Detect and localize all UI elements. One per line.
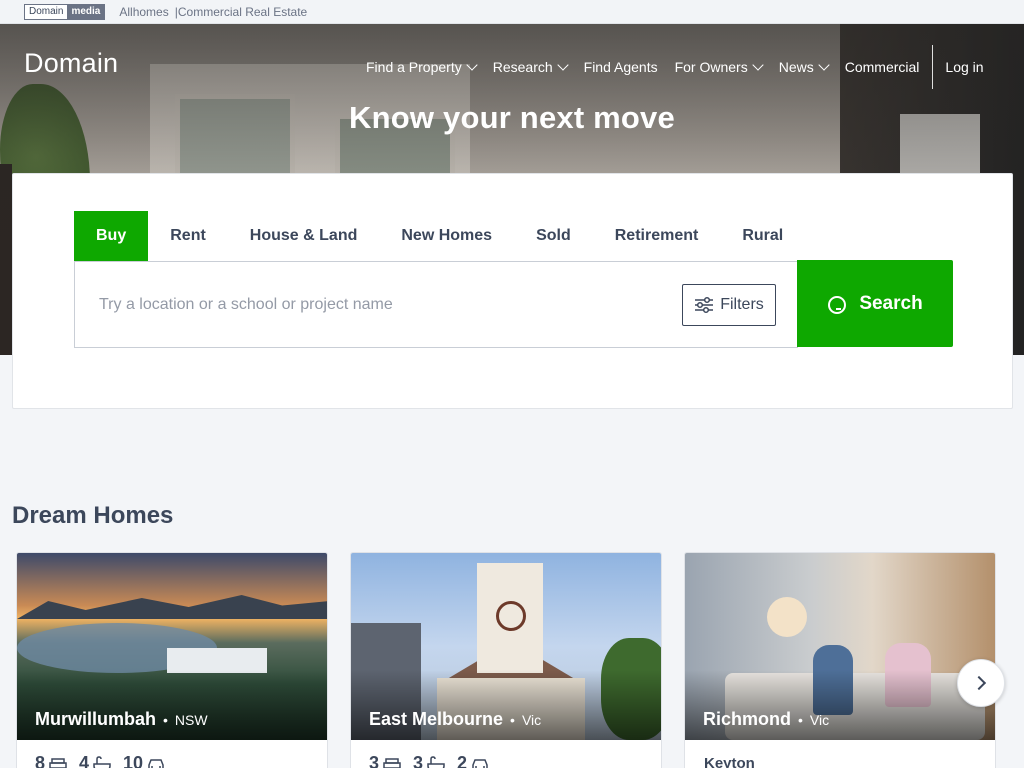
- tab-buy[interactable]: Buy: [74, 211, 149, 261]
- commercial-real-estate-link[interactable]: Commercial Real Estate: [178, 5, 307, 19]
- nav-label: Find Agents: [583, 59, 658, 75]
- search-tabs: Buy Rent House & Land New Homes Sold Ret…: [74, 211, 805, 261]
- bath-icon: [427, 755, 445, 768]
- section-title: Dream Homes: [12, 502, 174, 529]
- search-button-label: Search: [859, 292, 923, 314]
- car-icon: [148, 758, 164, 768]
- property-image-mountains: [17, 595, 327, 619]
- nav-divider: [932, 45, 934, 89]
- suburb-name: Richmond: [703, 709, 791, 729]
- bed-count: 8: [35, 753, 46, 768]
- agent-name: Keyton: [704, 755, 755, 768]
- tab-sold[interactable]: Sold: [514, 211, 593, 261]
- bath-count: 3: [413, 753, 424, 768]
- state-name: NSW: [174, 712, 208, 728]
- property-location: East Melbourne • Vic: [369, 709, 541, 730]
- property-location: Richmond • Vic: [703, 709, 829, 730]
- nav-commercial[interactable]: Commercial: [845, 59, 920, 75]
- nav-label: News: [778, 59, 814, 75]
- search-card: Buy Rent House & Land New Homes Sold Ret…: [12, 173, 1013, 409]
- nav-for-owners[interactable]: For Owners: [674, 59, 764, 75]
- separator-dot: •: [163, 712, 168, 728]
- carousel-next-button[interactable]: [957, 659, 1005, 707]
- state-name: Vic: [521, 712, 542, 728]
- bed-count: 3: [369, 753, 380, 768]
- login-link[interactable]: Log in: [945, 59, 983, 75]
- nav-find-a-property[interactable]: Find a Property: [366, 59, 478, 75]
- bath-count: 4: [79, 753, 90, 768]
- bed-icon: [49, 757, 67, 768]
- chevron-down-icon: [556, 59, 569, 71]
- search-row: Try a location or a school or project na…: [74, 260, 953, 348]
- nav-label: Commercial: [844, 59, 920, 75]
- search-input[interactable]: Try a location or a school or project na…: [74, 261, 798, 348]
- domain-logo[interactable]: Domain: [24, 48, 118, 79]
- property-location: Murwillumbah • NSW: [35, 709, 208, 730]
- search-placeholder: Try a location or a school or project na…: [99, 296, 393, 313]
- filters-button[interactable]: Filters: [682, 284, 776, 326]
- chevron-down-icon: [818, 59, 830, 71]
- property-features: 3 3 2: [369, 753, 501, 768]
- search-button[interactable]: Search: [797, 260, 953, 347]
- state-name: Vic: [809, 712, 830, 728]
- tab-retirement[interactable]: Retirement: [593, 211, 721, 261]
- nav-news[interactable]: News: [778, 59, 830, 75]
- filters-label: Filters: [720, 296, 764, 313]
- tab-rent[interactable]: Rent: [148, 211, 228, 261]
- chevron-down-icon: [466, 59, 478, 71]
- nav-label: Research: [492, 59, 553, 75]
- chevron-down-icon: [752, 59, 764, 71]
- property-image-lamp: [767, 597, 807, 637]
- top-utility-bar: Domain media Allhomes | Commercial Real …: [0, 0, 1024, 24]
- login-label: Log in: [945, 59, 984, 75]
- domain-media-logo[interactable]: Domain media: [24, 3, 106, 20]
- domain-media-logo-left: Domain: [25, 4, 68, 19]
- chevron-right-icon: [971, 675, 987, 691]
- main-nav: Find a Property Research Find Agents For…: [366, 44, 1001, 90]
- property-image-rose-window: [496, 601, 526, 631]
- nav-research[interactable]: Research: [492, 59, 569, 75]
- separator-dot: •: [510, 712, 515, 728]
- property-features: 8 4 10: [35, 753, 177, 768]
- domain-media-logo-right: media: [67, 4, 105, 19]
- bath-icon: [93, 755, 111, 768]
- property-card[interactable]: Murwillumbah • NSW 8 4 10: [16, 552, 328, 768]
- property-card[interactable]: Richmond • Vic Keyton: [684, 552, 996, 768]
- suburb-name: East Melbourne: [369, 709, 504, 729]
- allhomes-link[interactable]: Allhomes: [119, 5, 168, 19]
- tab-house-and-land[interactable]: House & Land: [228, 211, 380, 261]
- hero-headline: Know your next move: [349, 100, 675, 135]
- suburb-name: Murwillumbah: [35, 709, 156, 729]
- tab-new-homes[interactable]: New Homes: [379, 211, 514, 261]
- nav-label: For Owners: [674, 59, 748, 75]
- tab-rural[interactable]: Rural: [720, 211, 805, 261]
- bed-icon: [383, 757, 401, 768]
- parking-count: 10: [123, 753, 144, 768]
- sliders-icon: [695, 296, 714, 314]
- property-card[interactable]: East Melbourne • Vic 3 3 2: [350, 552, 662, 768]
- search-icon: [828, 295, 847, 314]
- separator-dot: •: [798, 712, 803, 728]
- nav-label: Find a Property: [366, 59, 462, 75]
- nav-find-agents[interactable]: Find Agents: [584, 59, 658, 75]
- car-icon: [472, 758, 488, 768]
- parking-count: 2: [457, 753, 468, 768]
